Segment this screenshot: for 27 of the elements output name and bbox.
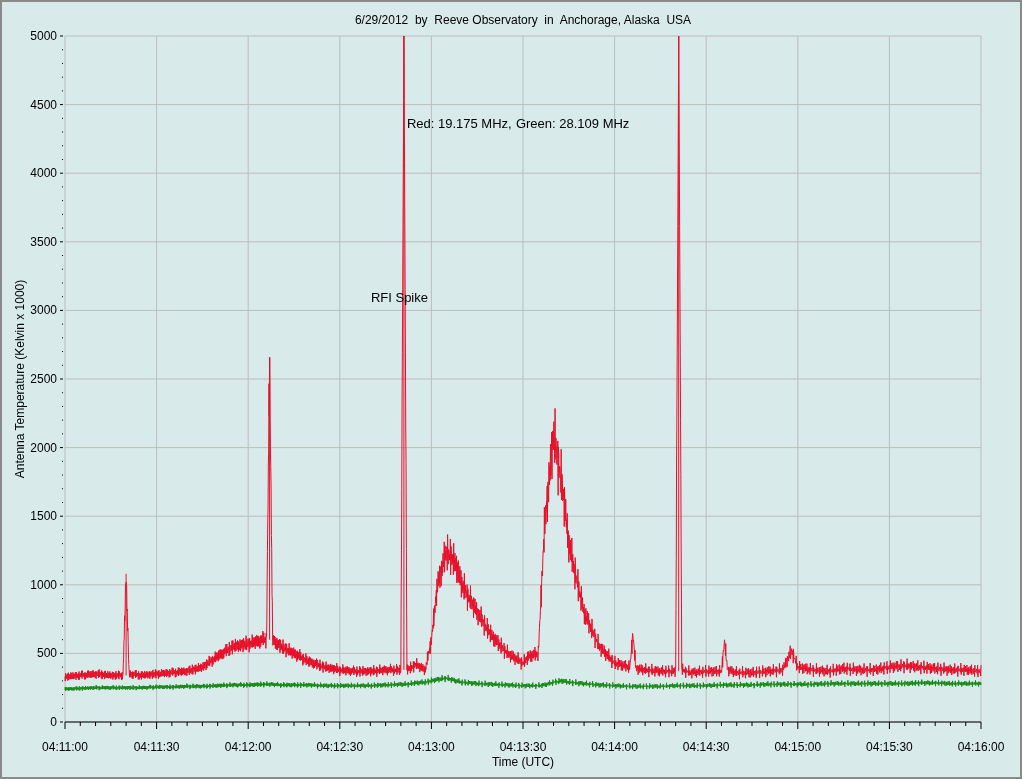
y-tick-label: 1500 [30, 509, 57, 524]
y-tick-label: 5000 [30, 29, 57, 43]
x-tick-label: 04:13:00 [408, 740, 455, 754]
x-tick-label: 04:16:00 [957, 740, 1005, 754]
x-axis-label: Time (UTC) [491, 755, 555, 769]
x-tick-label: 04:13:30 [499, 740, 547, 754]
x-tick-label: 04:12:00 [224, 740, 272, 754]
x-tick-label: 04:15:00 [774, 740, 822, 754]
chart-title: 6/29/2012 by Reeve Observatory in Anchorage, Alaska USA [354, 13, 692, 27]
x-tick-label: 04:14:00 [591, 740, 638, 754]
y-tick-label: 2000 [30, 440, 57, 455]
legend-label: Red: 19.175 MHz, [406, 116, 512, 131]
x-tick-label: 04:11:30 [133, 740, 180, 754]
y-tick-label: 0 [50, 715, 57, 729]
x-tick-label: 04:11:00 [42, 740, 88, 754]
y-tick-label: 3000 [30, 303, 57, 318]
y-tick-label: 4000 [30, 166, 57, 181]
y-tick-label: 1000 [30, 577, 57, 592]
y-tick-label: 4500 [30, 97, 57, 112]
y-axis-label: Antenna Temperature (Kelvin x 1000) [13, 279, 27, 479]
x-tick-label: 04:15:30 [866, 740, 913, 754]
legend-label: Green: 28.109 MHz [515, 116, 630, 131]
x-tick-label: 04:14:30 [682, 740, 730, 754]
x-tick-label: 04:12:30 [316, 740, 364, 754]
y-tick-label: 500 [36, 646, 57, 661]
y-tick-label: 2500 [30, 372, 57, 386]
y-tick-label: 3500 [30, 234, 57, 249]
